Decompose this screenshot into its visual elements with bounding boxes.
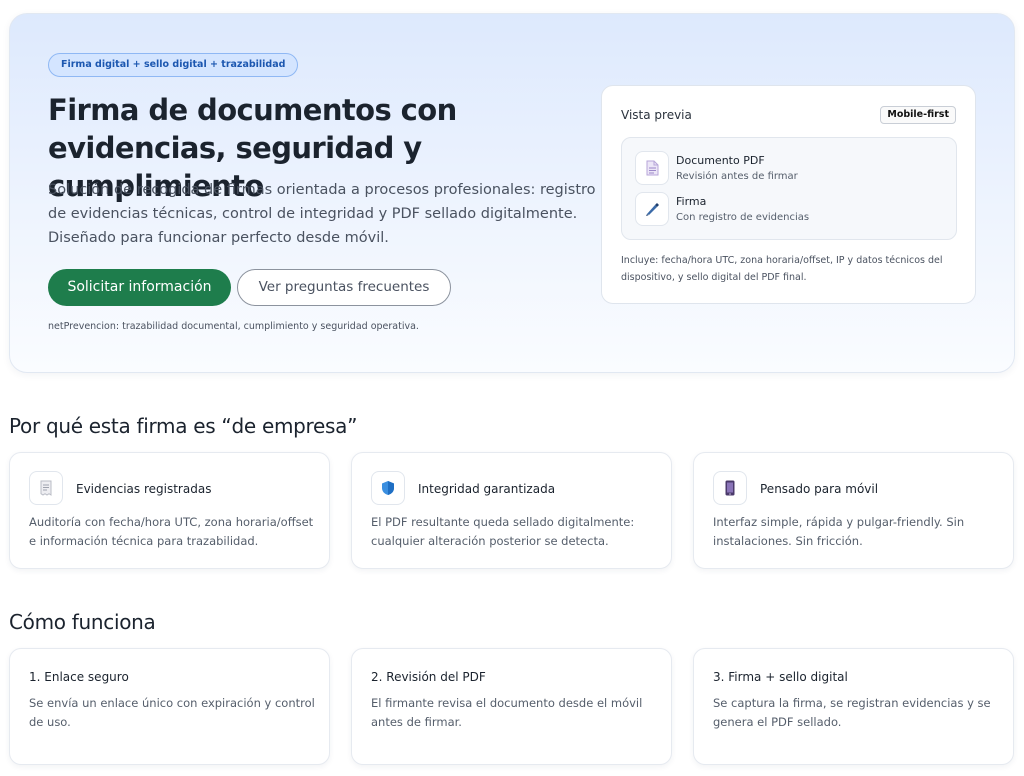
feature-card-evidence: Evidencias registradas Auditoría con fec…: [9, 452, 330, 569]
preview-item-subtitle: Revisión antes de firmar: [676, 171, 798, 182]
document-icon: [635, 151, 669, 185]
step-card-pdf-review: 2. Revisión del PDF El firmante revisa e…: [351, 648, 672, 765]
pen-icon: [635, 192, 669, 226]
why-section-title: Por qué esta firma es “de empresa”: [9, 414, 358, 438]
hero-description: Solución de recogida de firmas orientada…: [48, 182, 596, 246]
feature-card-title: Pensado para móvil: [760, 482, 879, 496]
step-description: Se envía un enlace único con expiración …: [29, 696, 315, 729]
preview-title: Vista previa: [621, 108, 692, 122]
feature-pill: Firma digital + sello digital + trazabil…: [48, 53, 299, 77]
feature-card-description: Interfaz simple, rápida y pulgar-friendl…: [713, 515, 965, 548]
hero-footnote: netPrevencion: trazabilidad documental, …: [48, 321, 419, 332]
hero-section: Firma digital + sello digital + trazabil…: [9, 13, 1015, 373]
preview-note: Incluye: fecha/hora UTC, zona horaria/of…: [621, 255, 943, 283]
feature-card-mobile: Pensado para móvil Interfaz simple, rápi…: [693, 452, 1014, 569]
shield-icon: [371, 471, 405, 505]
mobile-first-badge: Mobile-first: [880, 106, 956, 124]
feature-card-title: Integridad garantizada: [418, 482, 556, 496]
receipt-icon: [29, 471, 63, 505]
step-description: El firmante revisa el documento desde el…: [371, 696, 643, 729]
preview-card: Vista previa Mobile-first Documento PDF …: [601, 85, 976, 304]
step-card-signature-seal: 3. Firma + sello digital Se captura la f…: [693, 648, 1014, 765]
request-info-button[interactable]: Solicitar información: [48, 269, 231, 306]
step-title: 3. Firma + sello digital: [713, 670, 848, 684]
faq-button[interactable]: Ver preguntas frecuentes: [237, 269, 451, 306]
mobile-phone-icon: [713, 471, 747, 505]
feature-card-description: Auditoría con fecha/hora UTC, zona horar…: [29, 515, 314, 548]
feature-card-description: El PDF resultante queda sellado digitalm…: [371, 515, 635, 548]
preview-item-title: Firma: [676, 195, 707, 208]
preview-steps: Documento PDF Revisión antes de firmar F…: [621, 137, 957, 240]
step-title: 1. Enlace seguro: [29, 670, 129, 684]
feature-card-title: Evidencias registradas: [76, 482, 212, 496]
preview-item-title: Documento PDF: [676, 154, 765, 167]
preview-item-subtitle: Con registro de evidencias: [676, 212, 810, 223]
step-card-secure-link: 1. Enlace seguro Se envía un enlace únic…: [9, 648, 330, 765]
how-section-title: Cómo funciona: [9, 610, 156, 634]
feature-card-integrity: Integridad garantizada El PDF resultante…: [351, 452, 672, 569]
step-title: 2. Revisión del PDF: [371, 670, 486, 684]
step-description: Se captura la firma, se registran eviden…: [713, 696, 991, 729]
